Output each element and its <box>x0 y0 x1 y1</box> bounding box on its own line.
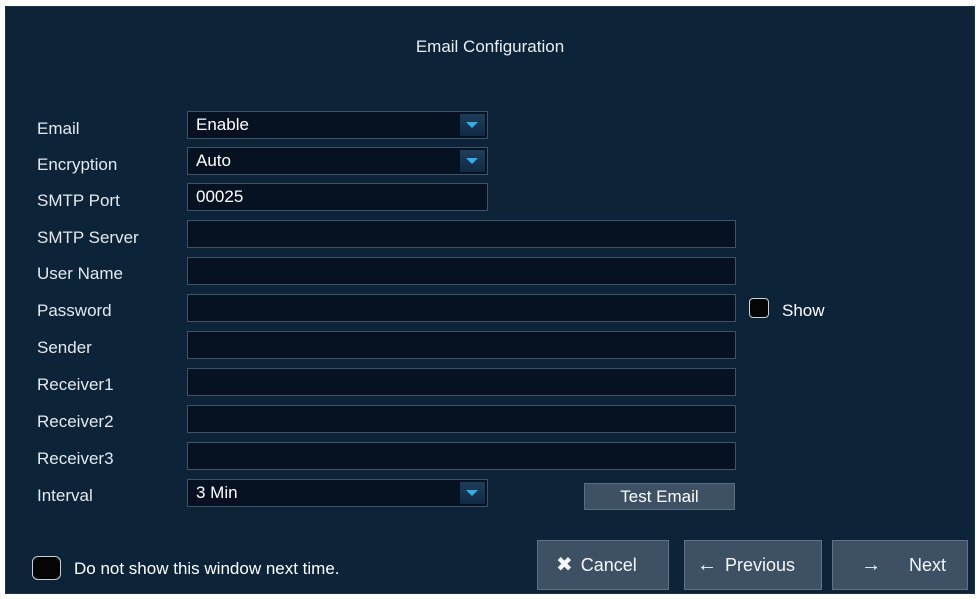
test-email-button[interactable]: Test Email <box>584 483 735 510</box>
smtp-port-field[interactable]: 00025 <box>187 183 488 211</box>
arrow-left-icon: ← <box>697 554 717 576</box>
receiver2-label: Receiver2 <box>37 412 114 431</box>
email-select[interactable]: Enable <box>187 111 488 139</box>
sender-field[interactable] <box>187 331 736 359</box>
chevron-down-icon[interactable] <box>460 150 485 172</box>
do-not-show-label: Do not show this window next time. <box>74 559 340 578</box>
x-icon: ✖ <box>556 554 573 576</box>
next-button-label: Next <box>909 554 947 575</box>
previous-button[interactable]: ← Previous <box>684 540 822 590</box>
email-label: Email <box>37 119 80 138</box>
smtp-port-label: SMTP Port <box>37 191 120 210</box>
cancel-button-label: Cancel <box>580 554 637 575</box>
receiver1-label: Receiver1 <box>37 375 114 394</box>
smtp-server-label: SMTP Server <box>37 228 139 247</box>
show-password-checkbox[interactable] <box>749 298 769 318</box>
arrow-right-icon: → <box>861 554 881 576</box>
email-select-value: Enable <box>196 115 249 134</box>
password-label: Password <box>37 301 112 320</box>
smtp-server-field[interactable] <box>187 220 736 248</box>
encryption-select-value: Auto <box>196 151 231 170</box>
next-button[interactable]: → Next <box>832 540 968 590</box>
interval-select[interactable]: 3 Min <box>187 479 488 507</box>
previous-button-label: Previous <box>725 554 796 575</box>
email-configuration-dialog: Email Configuration Email Enable Encrypt… <box>5 6 975 594</box>
interval-select-value: 3 Min <box>196 483 238 502</box>
user-name-field[interactable] <box>187 257 736 285</box>
chevron-down-icon[interactable] <box>460 114 485 136</box>
interval-label: Interval <box>37 486 93 505</box>
receiver3-field[interactable] <box>187 442 736 470</box>
cancel-button[interactable]: ✖ Cancel <box>537 540 669 590</box>
encryption-label: Encryption <box>37 155 118 174</box>
encryption-select[interactable]: Auto <box>187 147 488 175</box>
dialog-title: Email Configuration <box>415 37 565 56</box>
chevron-down-icon[interactable] <box>460 482 485 504</box>
receiver2-field[interactable] <box>187 405 736 433</box>
user-name-label: User Name <box>37 264 123 283</box>
password-field[interactable] <box>187 294 736 322</box>
receiver3-label: Receiver3 <box>37 449 114 468</box>
do-not-show-checkbox[interactable] <box>32 556 61 580</box>
sender-label: Sender <box>37 338 92 357</box>
receiver1-field[interactable] <box>187 368 736 396</box>
show-password-label: Show <box>782 301 825 320</box>
